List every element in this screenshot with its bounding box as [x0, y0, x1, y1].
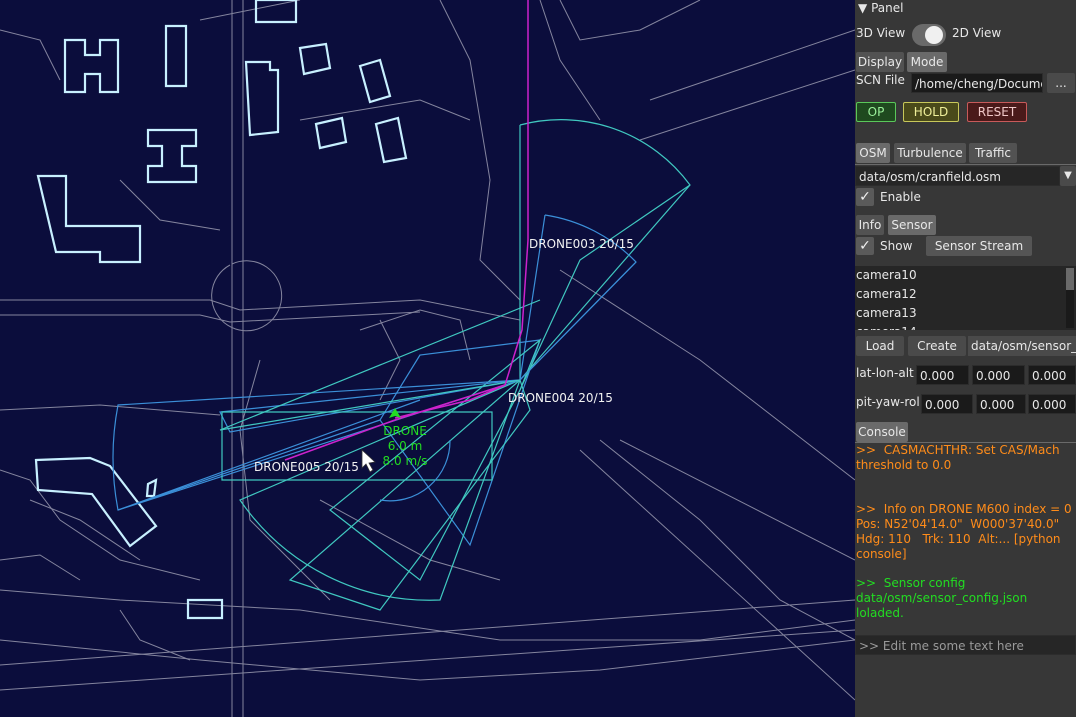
console-line-sensor-config: >> Sensor config data/osm/sensor_config.…: [856, 576, 1032, 620]
map-canvas[interactable]: [0, 0, 855, 717]
drone-info-label: DRONE 6.0 m 8.0 m/s: [380, 424, 430, 469]
hold-button[interactable]: HOLD: [903, 102, 959, 122]
op-button[interactable]: OP: [856, 102, 896, 122]
console-input[interactable]: >> Edit me some text here: [855, 635, 1076, 655]
sensor-sectors: [112, 119, 691, 611]
scn-file-input[interactable]: /home/cheng/Docume: [911, 73, 1043, 93]
control-panel: ▼ Panel 3D View 2D View Display Mode SCN…: [855, 0, 1076, 717]
lon-input[interactable]: 0.000: [972, 365, 1025, 385]
show-label: Show: [880, 239, 913, 253]
drone003-label: DRONE003 20/15: [529, 237, 634, 251]
tab-mode[interactable]: Mode: [907, 52, 947, 72]
panel-title: Panel: [871, 1, 904, 15]
enable-checkbox[interactable]: ✓: [856, 188, 874, 206]
list-item[interactable]: camera13: [855, 304, 1076, 323]
tab-console[interactable]: Console: [856, 422, 908, 442]
scn-file-label: SCN File: [856, 73, 905, 87]
tab-divider: [855, 164, 1076, 165]
drone005-label: DRONE005 20/15: [254, 460, 359, 474]
tab-sensor[interactable]: Sensor: [888, 215, 936, 235]
list-item[interactable]: camera12: [855, 285, 1076, 304]
view-3d-label: 3D View: [856, 26, 906, 40]
reset-button[interactable]: RESET: [967, 102, 1027, 122]
lat-input[interactable]: 0.000: [916, 365, 969, 385]
tab-traffic[interactable]: Traffic: [969, 143, 1017, 163]
sensor-config-path[interactable]: data/osm/sensor_: [968, 336, 1076, 356]
yaw-input[interactable]: 0.000: [976, 394, 1026, 414]
console-line-drone-info: >> Info on DRONE M600 index = 0 Pos: N52…: [856, 502, 1072, 561]
show-checkbox[interactable]: ✓: [856, 237, 874, 255]
map-view[interactable]: DRONE003 20/15 DRONE004 20/15 DRONE005 2…: [0, 0, 855, 717]
view-2d-label: 2D View: [952, 26, 1002, 40]
list-scrollbar[interactable]: [1066, 268, 1074, 328]
create-button[interactable]: Create: [908, 336, 966, 356]
pitch-input[interactable]: 0.000: [921, 394, 973, 414]
tab-info[interactable]: Info: [856, 215, 884, 235]
panel-header[interactable]: ▼ Panel: [858, 1, 903, 15]
lat-lon-alt-label: lat-lon-alt: [856, 366, 914, 380]
tab-display[interactable]: Display: [856, 52, 904, 72]
drone004-label: DRONE004 20/15: [508, 391, 613, 405]
road-network: [0, 0, 855, 717]
drone-marker[interactable]: [389, 408, 401, 418]
view-toggle[interactable]: [912, 24, 946, 46]
roll-input[interactable]: 0.000: [1028, 394, 1076, 414]
collapse-triangle-icon[interactable]: ▼: [858, 1, 867, 15]
scn-browse-button[interactable]: ...: [1047, 73, 1075, 93]
toggle-knob: [925, 26, 943, 44]
drone-altitude: 6.0 m: [387, 439, 423, 453]
scrollbar-thumb[interactable]: [1066, 268, 1074, 290]
pit-yaw-rol-label: pit-yaw-rol: [856, 395, 920, 409]
alt-input[interactable]: 0.000: [1028, 365, 1076, 385]
drone-name: DRONE: [383, 424, 427, 438]
dropdown-arrow-icon[interactable]: ▼: [1060, 166, 1076, 186]
drone-speed: 8.0 m/s: [382, 454, 428, 468]
tab-turbulence[interactable]: Turbulence: [894, 143, 966, 163]
tab-osm[interactable]: OSM: [856, 143, 890, 163]
enable-label: Enable: [880, 190, 921, 204]
console-line-casmachthr: >> CASMACHTHR: Set CAS/Mach threshold to…: [856, 443, 1064, 472]
mouse-cursor-icon: [361, 449, 376, 473]
osm-file-select[interactable]: data/osm/cranfield.osm: [855, 166, 1060, 186]
sensor-stream-button[interactable]: Sensor Stream: [926, 236, 1032, 256]
camera-list[interactable]: camera10 camera12 camera13 camera14: [855, 266, 1076, 330]
list-item[interactable]: camera14: [855, 323, 1076, 330]
load-button[interactable]: Load: [856, 336, 904, 356]
list-item[interactable]: camera10: [855, 266, 1076, 285]
